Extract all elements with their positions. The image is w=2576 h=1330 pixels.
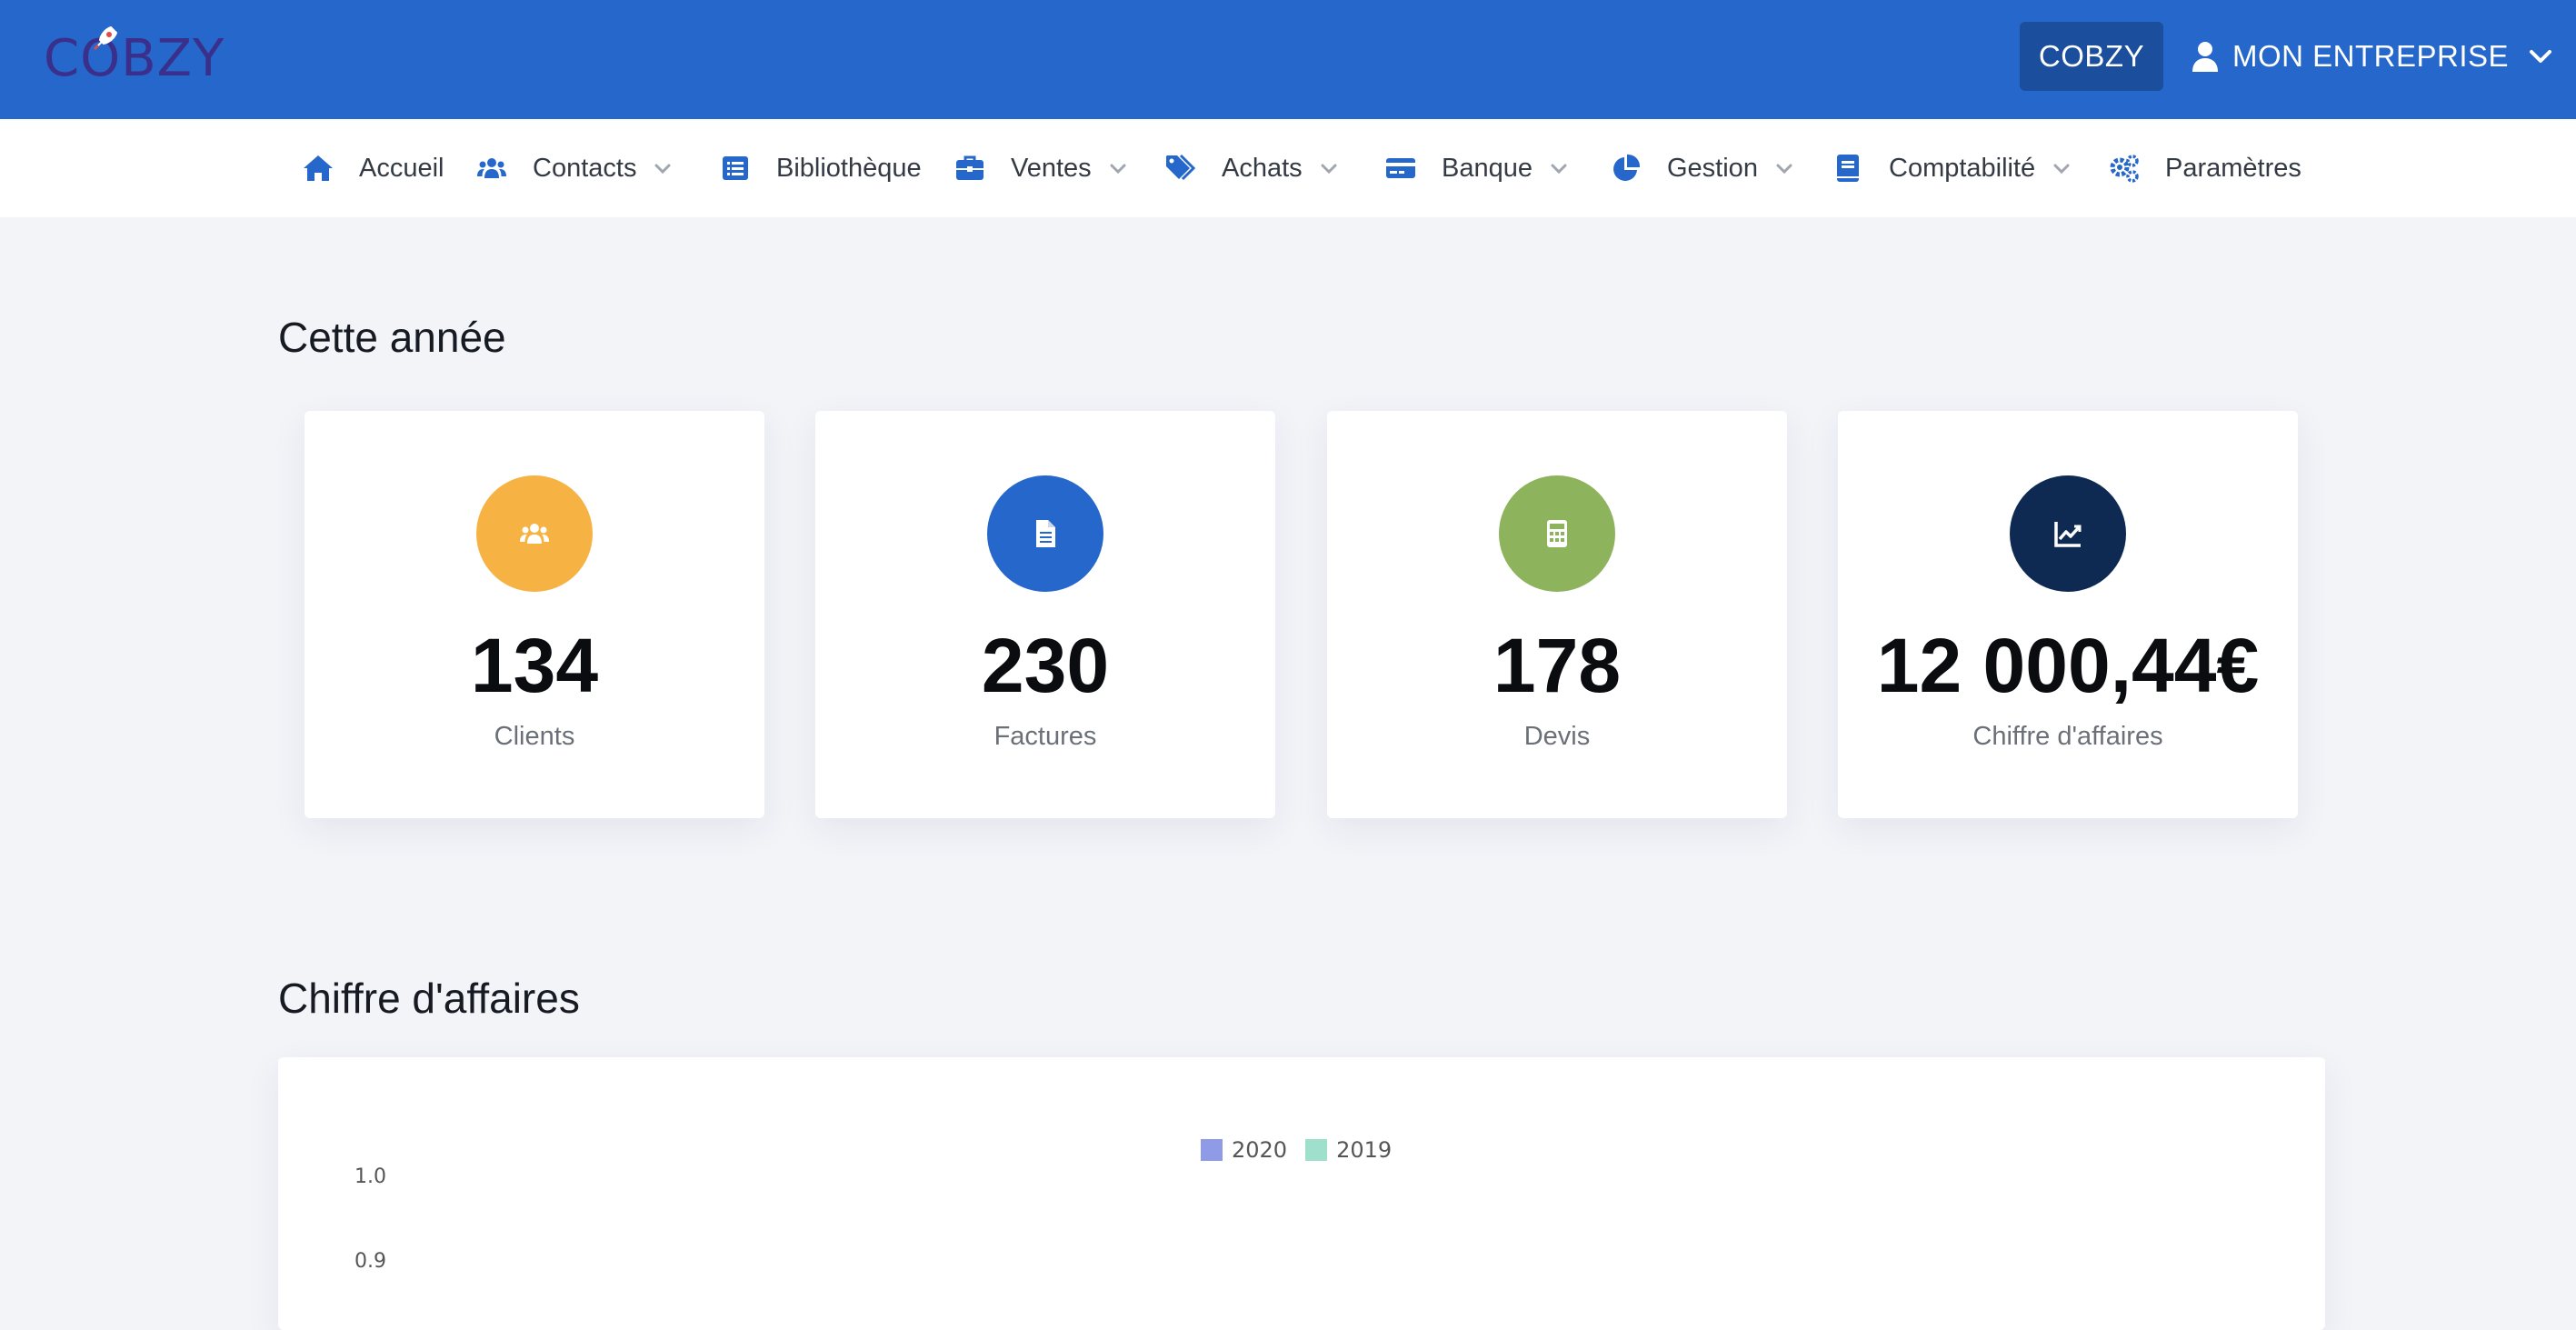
nav-item-accueil[interactable]: Accueil xyxy=(303,119,444,217)
tags-icon xyxy=(1166,154,1196,181)
stat-icon-circle xyxy=(2010,475,2126,592)
nav-label: Paramètres xyxy=(2165,153,2301,183)
stat-icon-circle xyxy=(476,475,593,592)
stat-card-factures: 230 Factures xyxy=(815,411,1275,818)
nav-item-comptabilite[interactable]: Comptabilité xyxy=(1832,119,2070,217)
cogs-icon xyxy=(2110,155,2139,183)
nav-item-parametres[interactable]: Paramètres xyxy=(2109,119,2301,217)
calculator-icon xyxy=(1547,520,1567,547)
users-icon xyxy=(477,158,506,178)
main-nav: Accueil Contacts Bibliothèque Ventes Ach… xyxy=(0,119,2576,217)
nav-label: Comptabilité xyxy=(1889,153,2036,183)
stat-card-clients: 134 Clients xyxy=(305,411,764,818)
legend-swatch xyxy=(1305,1139,1328,1161)
nav-label: Banque xyxy=(1442,153,1533,183)
section-title-revenue: Chiffre d'affaires xyxy=(278,975,580,1022)
stat-label: Factures xyxy=(993,722,1097,751)
chevron-down-icon xyxy=(654,164,671,174)
nav-item-gestion[interactable]: Gestion xyxy=(1611,119,1792,217)
chart-line-icon xyxy=(2054,522,2082,547)
section-title-year: Cette année xyxy=(278,314,506,361)
chevron-down-icon xyxy=(1110,164,1126,174)
stat-icon-circle xyxy=(987,475,1103,592)
cobzy-logo[interactable]: C O BZY xyxy=(44,25,225,91)
nav-label: Contacts xyxy=(533,153,637,183)
stat-label: Chiffre d'affaires xyxy=(1972,722,2163,751)
logo-o: O xyxy=(80,25,121,88)
y-tick-label: 1.0 xyxy=(354,1165,386,1188)
briefcase-icon xyxy=(956,155,983,180)
nav-item-banque[interactable]: Banque xyxy=(1385,119,1567,217)
stat-icon-circle xyxy=(1499,475,1615,592)
user-icon xyxy=(2192,42,2218,72)
nav-item-achats[interactable]: Achats xyxy=(1165,119,1337,217)
nav-item-contacts[interactable]: Contacts xyxy=(476,119,671,217)
nav-label: Accueil xyxy=(359,153,444,183)
chevron-down-icon xyxy=(1321,164,1337,174)
legend-label: 2019 xyxy=(1336,1137,1393,1163)
stat-value: 178 xyxy=(1493,623,1622,708)
nav-item-bibliotheque[interactable]: Bibliothèque xyxy=(720,119,922,217)
account-menu[interactable]: MON ENTREPRISE xyxy=(2191,22,2552,91)
nav-label: Ventes xyxy=(1011,153,1092,183)
stat-label: Clients xyxy=(494,722,575,751)
home-icon xyxy=(304,155,333,181)
users-icon xyxy=(520,524,549,544)
file-icon xyxy=(1036,520,1055,547)
stat-card-chiffre-affaires: 12 000,44€ Chiffre d'affaires xyxy=(1838,411,2298,818)
nav-label: Achats xyxy=(1222,153,1303,183)
chevron-down-icon xyxy=(1551,164,1567,174)
account-label: MON ENTREPRISE xyxy=(2232,39,2510,73)
stat-value: 12 000,44€ xyxy=(1876,623,2260,708)
nav-label: Bibliothèque xyxy=(776,153,922,183)
book-icon xyxy=(1837,155,1859,182)
stat-card-devis: 178 Devis xyxy=(1327,411,1787,818)
legend-label: 2020 xyxy=(1232,1137,1288,1163)
list-icon xyxy=(723,156,748,180)
chart-legend: 2020 2019 xyxy=(1201,1137,1410,1163)
pie-chart-icon xyxy=(1613,154,1641,181)
legend-entry-2019[interactable]: 2019 xyxy=(1305,1137,1392,1163)
chevron-down-icon xyxy=(2053,164,2070,174)
stat-value: 134 xyxy=(470,623,599,708)
company-switch-button[interactable]: COBZY xyxy=(2020,22,2163,91)
nav-item-ventes[interactable]: Ventes xyxy=(954,119,1126,217)
top-bar: C O BZY COBZY MON ENTREPRISE xyxy=(0,0,2576,119)
legend-entry-2020[interactable]: 2020 xyxy=(1201,1137,1287,1163)
legend-swatch xyxy=(1201,1139,1223,1161)
stat-label: Devis xyxy=(1523,722,1591,751)
chevron-down-icon xyxy=(1776,164,1792,174)
chevron-down-icon xyxy=(2530,50,2552,63)
stat-value: 230 xyxy=(981,623,1110,708)
credit-card-icon xyxy=(1386,158,1415,178)
logo-text-c: C xyxy=(44,28,81,88)
y-tick-label: 0.9 xyxy=(354,1250,386,1273)
revenue-chart-panel: 2020 2019 1.0 0.9 xyxy=(278,1057,2325,1330)
logo-text-bzy: BZY xyxy=(121,28,225,88)
rocket-icon xyxy=(94,25,118,50)
nav-label: Gestion xyxy=(1667,153,1758,183)
